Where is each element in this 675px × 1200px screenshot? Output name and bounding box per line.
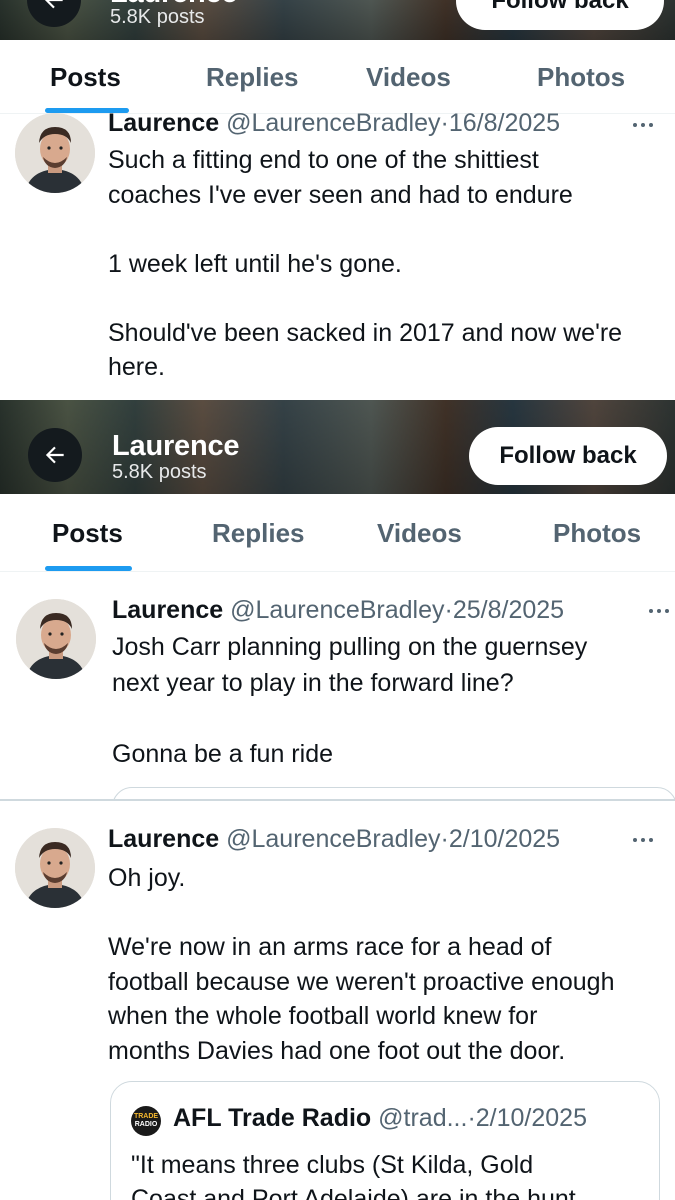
- more-icon[interactable]: [632, 120, 662, 130]
- profile-tabs: Posts Replies Videos Photos: [0, 40, 675, 114]
- separator-dot: ·: [444, 596, 453, 624]
- tab-posts[interactable]: Posts: [52, 494, 123, 572]
- post-handle[interactable]: @LaurenceBradley: [230, 596, 444, 624]
- post-text: Oh joy. We're now in an arms race for a …: [108, 864, 615, 1065]
- screenshot-segment-2: Laurence 5.8K posts Follow back Posts Re…: [0, 400, 675, 800]
- tab-photos[interactable]: Photos: [553, 494, 641, 572]
- avatar[interactable]: [16, 599, 96, 679]
- tab-replies[interactable]: Replies: [206, 40, 299, 114]
- separator-dot: ·: [467, 1104, 476, 1132]
- back-button[interactable]: [28, 428, 82, 482]
- post-author[interactable]: Laurence: [108, 109, 219, 137]
- more-icon[interactable]: [632, 835, 662, 845]
- follow-back-button[interactable]: Follow back: [469, 427, 667, 485]
- back-arrow-icon: [44, 0, 63, 9]
- profile-tabs: Posts Replies Videos Photos: [0, 494, 675, 572]
- quote-author[interactable]: AFL Trade Radio: [173, 1104, 371, 1132]
- post-count: 5.8K posts: [110, 6, 205, 28]
- post-author[interactable]: Laurence: [108, 825, 219, 853]
- tab-photos[interactable]: Photos: [537, 40, 625, 114]
- post-date[interactable]: 16/8/2025: [449, 109, 560, 137]
- quote-text: "It means three clubs (St Kilda, Gold Co…: [131, 1151, 576, 1200]
- post-header: Laurence @LaurenceBradley·16/8/2025: [108, 109, 560, 138]
- quote-handle[interactable]: @trad...: [378, 1104, 467, 1132]
- active-tab-indicator: [45, 566, 132, 571]
- follow-back-button[interactable]: Follow back: [456, 0, 664, 30]
- avatar[interactable]: [15, 113, 95, 193]
- avatar-photo: [16, 599, 96, 679]
- post-date[interactable]: 2/10/2025: [449, 825, 560, 853]
- more-icon[interactable]: [648, 606, 675, 616]
- post-count: 5.8K posts: [112, 461, 207, 483]
- quote-card[interactable]: TRADE RADIO AFL Trade Radio @trad...·2/1…: [110, 1081, 660, 1200]
- post-handle[interactable]: @LaurenceBradley: [226, 825, 440, 853]
- quote-header: AFL Trade Radio @trad...·2/10/2025: [173, 1104, 587, 1133]
- profile-name: Laurence: [112, 430, 240, 462]
- avatar-photo: [15, 828, 95, 908]
- post-header: Laurence @LaurenceBradley·2/10/2025: [108, 825, 560, 854]
- avatar-photo: [15, 113, 95, 193]
- tab-replies[interactable]: Replies: [212, 494, 305, 572]
- post-header: Laurence @LaurenceBradley·25/8/2025: [112, 596, 564, 625]
- post-handle[interactable]: @LaurenceBradley: [226, 109, 440, 137]
- tab-posts[interactable]: Posts: [50, 40, 121, 114]
- post-date[interactable]: 25/8/2025: [453, 596, 564, 624]
- screenshot-segment-1: Laurence 5.8K posts Follow back Posts Re…: [0, 0, 675, 400]
- separator-dot: ·: [440, 109, 449, 137]
- post-author[interactable]: Laurence: [112, 596, 223, 624]
- quote-date[interactable]: 2/10/2025: [476, 1104, 587, 1132]
- post-text: Josh Carr planning pulling on the guerns…: [112, 633, 588, 768]
- avatar[interactable]: [15, 828, 95, 908]
- tab-videos[interactable]: Videos: [366, 40, 451, 114]
- back-arrow-icon: [45, 446, 64, 464]
- tab-videos[interactable]: Videos: [377, 494, 462, 572]
- screenshot-segment-3: Laurence @LaurenceBradley·2/10/2025 Oh j…: [0, 801, 675, 1200]
- separator-dot: ·: [440, 825, 449, 853]
- post-text: Such a fitting end to one of the shittie…: [108, 146, 623, 381]
- afl-trade-radio-logo: TRADE RADIO: [131, 1106, 161, 1136]
